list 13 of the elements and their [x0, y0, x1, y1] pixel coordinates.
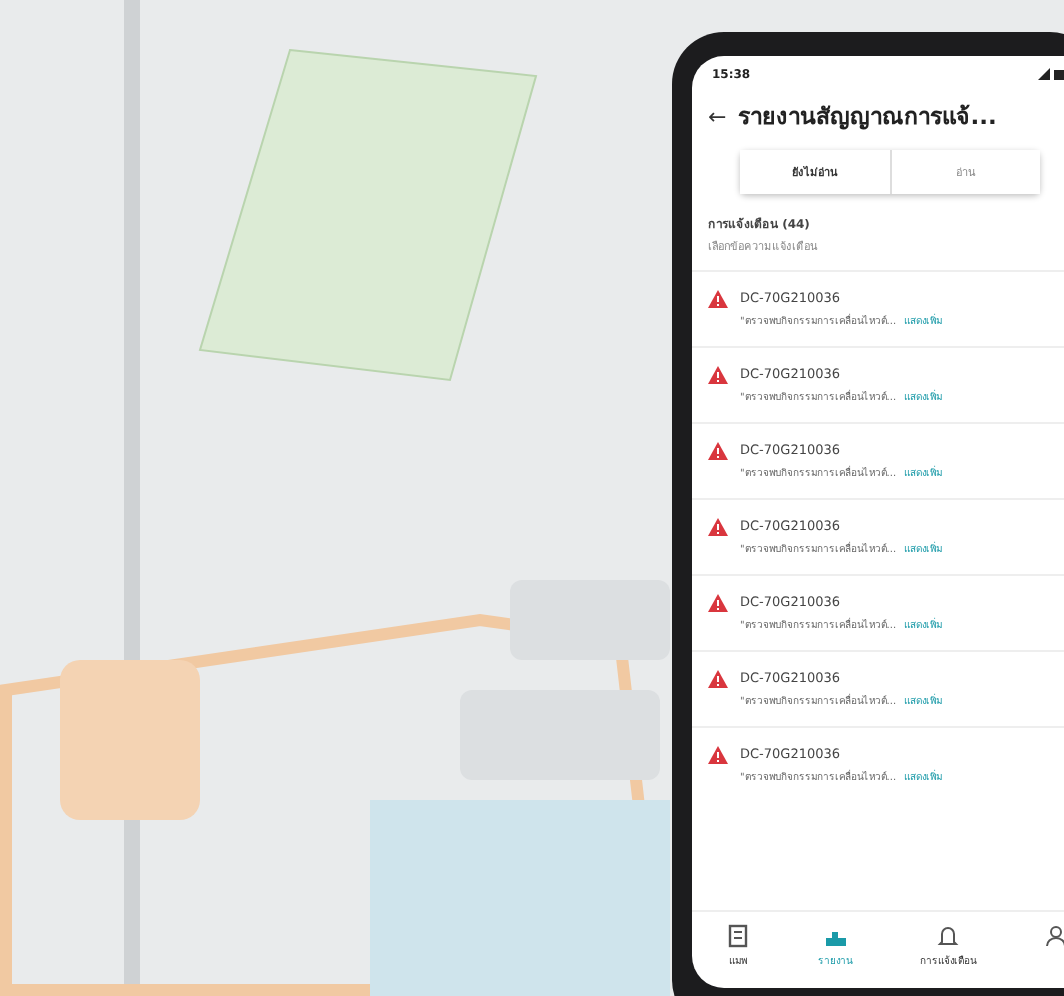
- warning-icon: [708, 290, 728, 308]
- warning-icon: [708, 442, 728, 460]
- bell-icon: [936, 924, 960, 948]
- warning-icon: [708, 594, 728, 612]
- warning-icon: [708, 518, 728, 536]
- page-title: รายงานสัญญาณการแจ้...: [738, 100, 997, 134]
- person-icon: [1044, 924, 1064, 948]
- back-button[interactable]: ←: [708, 103, 727, 129]
- warning-icon: [708, 366, 728, 384]
- warning-icon: [708, 746, 728, 764]
- building-icon: [726, 924, 750, 948]
- warning-icon: [708, 670, 728, 688]
- signal-icon: [1038, 68, 1064, 80]
